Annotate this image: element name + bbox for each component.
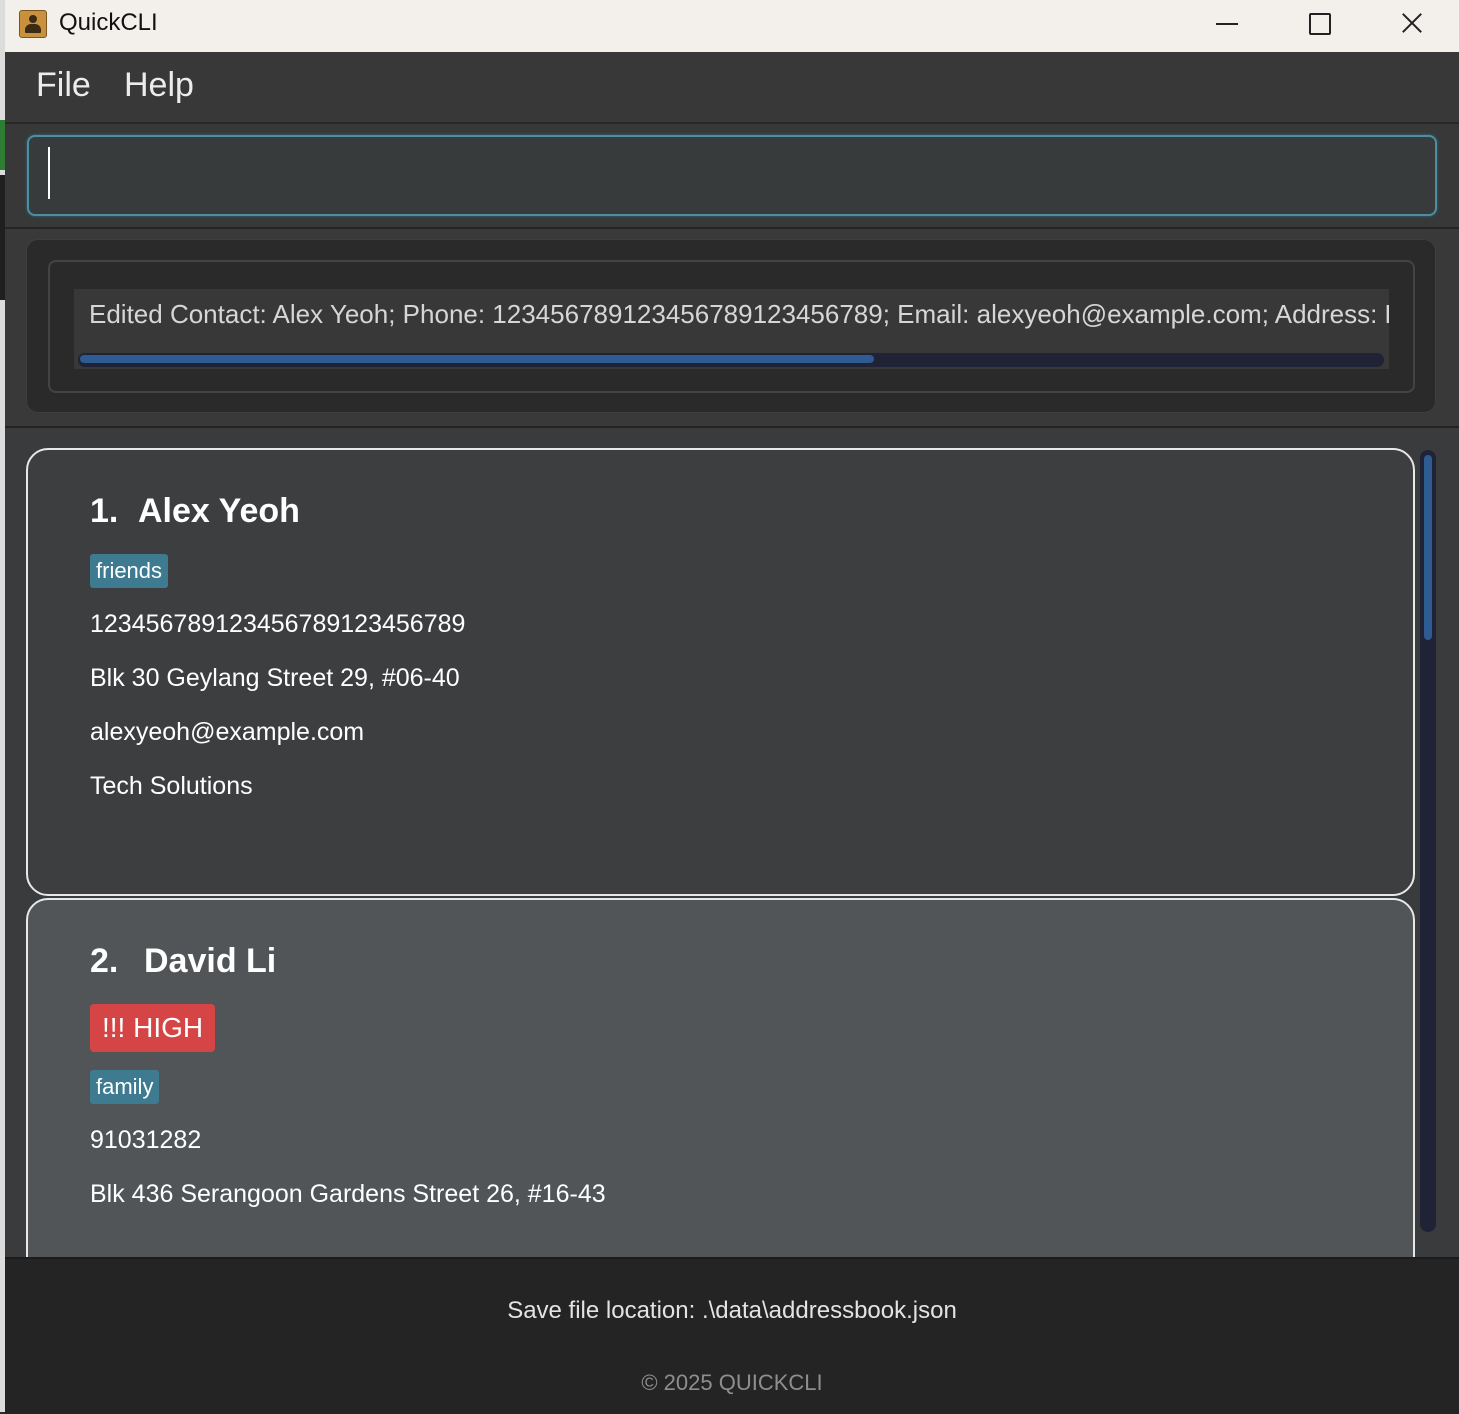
- person-name-row: 1. Alex Yeoh: [90, 492, 300, 531]
- person-phone: 123456789123456789123456789: [90, 610, 466, 638]
- person-phone: 91031282: [90, 1126, 202, 1154]
- person-address: Blk 436 Serangoon Gardens Street 26, #16…: [90, 1180, 606, 1208]
- app-window: QuickCLI File Help Edited Contact: Alex …: [5, 0, 1459, 1414]
- priority-badge: !!! HIGH: [90, 1004, 216, 1052]
- tag-badge: friends: [90, 554, 169, 588]
- person-company: Tech Solutions: [90, 772, 253, 800]
- person-name: Alex Yeoh: [138, 492, 300, 530]
- result-scrollbar-thumb[interactable]: [80, 355, 874, 363]
- window-title: QuickCLI: [59, 9, 158, 36]
- list-scrollbar-thumb[interactable]: [1424, 455, 1432, 640]
- person-card[interactable]: 1. Alex Yeoh friends 12345678912345678912…: [26, 448, 1415, 896]
- maximize-button[interactable]: [1273, 0, 1365, 48]
- person-address: Blk 30 Geylang Street 29, #06-40: [90, 664, 460, 692]
- result-display: Edited Contact: Alex Yeoh; Phone: 123456…: [48, 260, 1415, 393]
- result-horizontal-scrollbar[interactable]: [78, 353, 1384, 367]
- list-vertical-scrollbar[interactable]: [1420, 450, 1436, 1232]
- result-display-area: Edited Contact: Alex Yeoh; Phone: 123456…: [5, 229, 1459, 428]
- menu-file[interactable]: File: [36, 66, 91, 105]
- result-text: Edited Contact: Alex Yeoh; Phone: 123456…: [89, 299, 1389, 329]
- status-bar: Save file location: .\data\addressbook.j…: [5, 1257, 1459, 1414]
- minimize-button[interactable]: [1181, 0, 1273, 48]
- menu-bar: File Help: [5, 52, 1459, 124]
- person-name-row: 2. David Li: [90, 942, 276, 981]
- close-button[interactable]: [1365, 0, 1457, 48]
- person-email: alexyeoh@example.com: [90, 718, 365, 746]
- title-bar: QuickCLI: [5, 0, 1459, 52]
- person-name: David Li: [144, 942, 277, 980]
- result-panel: Edited Contact: Alex Yeoh; Phone: 123456…: [26, 239, 1436, 413]
- caret: [48, 147, 50, 199]
- person-list: 1. Alex Yeoh friends 12345678912345678912…: [5, 428, 1459, 1257]
- command-area: [5, 124, 1459, 229]
- command-input[interactable]: [27, 135, 1437, 216]
- person-index: 2.: [90, 942, 119, 980]
- person-card[interactable]: 2. David Li !!! HIGH family 91031282 Blk …: [26, 898, 1415, 1257]
- copyright-text: © 2025 QUICKCLI: [641, 1370, 823, 1395]
- tag-badge: family: [90, 1070, 160, 1104]
- menu-help[interactable]: Help: [124, 66, 194, 105]
- person-index: 1.: [90, 492, 119, 530]
- address-book-icon: [19, 10, 47, 38]
- save-file-location: Save file location: .\data\addressbook.j…: [507, 1297, 957, 1324]
